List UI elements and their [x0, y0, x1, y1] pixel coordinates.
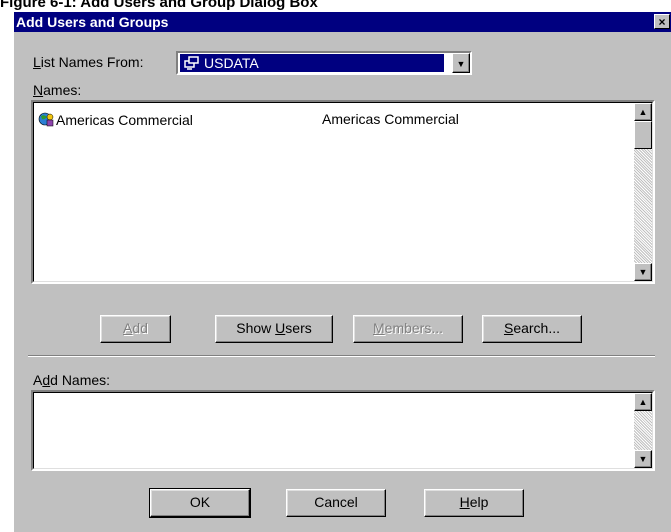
names-scrollbar[interactable]: ▲ ▼: [634, 103, 652, 281]
names-label: Names:: [33, 82, 82, 98]
group-description: Americas Commercial: [322, 111, 459, 127]
help-button[interactable]: Help: [424, 489, 524, 517]
divider: [28, 355, 655, 357]
cancel-button[interactable]: Cancel: [286, 489, 386, 517]
title-bar: Add Users and Groups ×: [14, 12, 671, 32]
close-button[interactable]: ×: [654, 14, 670, 29]
add-names-label: Add Names:: [33, 372, 111, 388]
list-item[interactable]: Americas Commercial: [38, 110, 193, 132]
domain-computer-icon: [184, 54, 202, 72]
group-name: Americas Commercial: [56, 112, 193, 128]
show-users-button[interactable]: Show Users: [215, 315, 333, 343]
chevron-down-icon[interactable]: ▼: [452, 53, 470, 73]
search-button[interactable]: Search...: [482, 315, 582, 343]
add-names-scrollbar[interactable]: ▲ ▼: [634, 393, 652, 468]
list-names-from-selected: USDATA: [180, 54, 444, 72]
scroll-thumb[interactable]: [634, 121, 652, 149]
scroll-down-arrow-icon[interactable]: ▼: [634, 263, 652, 281]
names-listbox[interactable]: Americas Commercial Americas Commercial …: [31, 100, 655, 284]
add-names-field[interactable]: ▲ ▼: [31, 390, 655, 471]
add-button[interactable]: Add: [100, 315, 171, 343]
add-users-groups-dialog: Add Users and Groups × List Names From: …: [14, 12, 671, 532]
members-button[interactable]: Members...: [353, 315, 463, 343]
scroll-up-arrow-icon[interactable]: ▲: [634, 103, 652, 121]
dialog-title: Add Users and Groups: [16, 14, 169, 30]
list-names-from-select[interactable]: USDATA ▼: [176, 51, 472, 75]
list-names-from-label: List Names From:: [33, 54, 144, 70]
scroll-down-arrow-icon[interactable]: ▼: [634, 450, 652, 468]
group-globe-icon: [38, 110, 56, 132]
scroll-up-arrow-icon[interactable]: ▲: [634, 393, 652, 411]
ok-button[interactable]: OK: [149, 488, 251, 518]
